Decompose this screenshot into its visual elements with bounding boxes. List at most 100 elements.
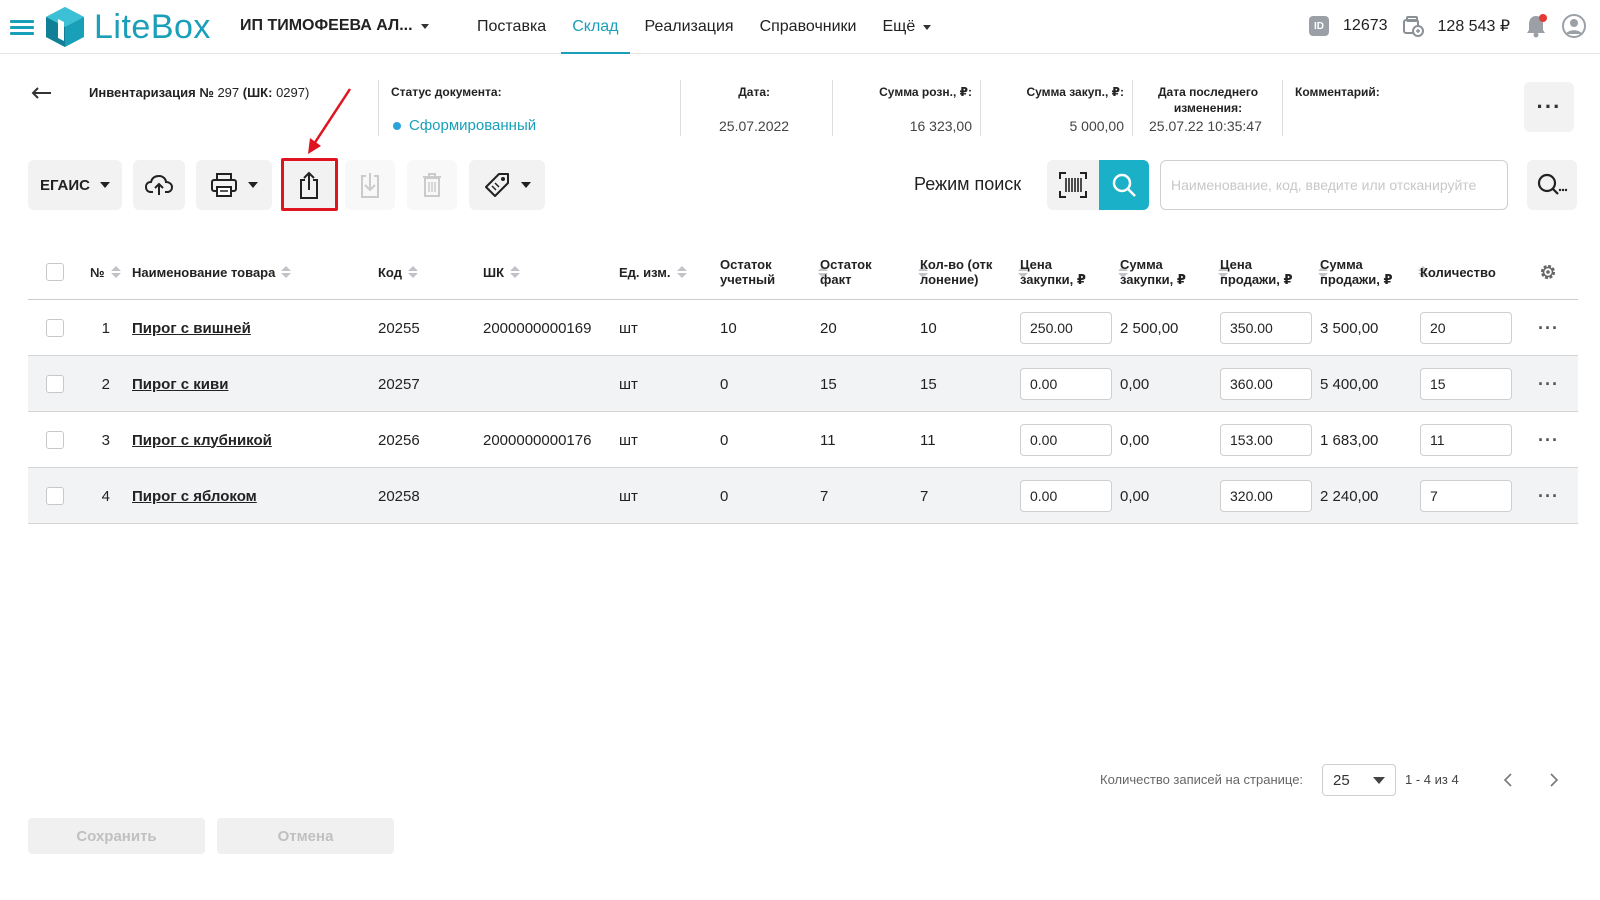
nav-item-more[interactable]: Ещё bbox=[870, 0, 945, 54]
sale-price-input[interactable] bbox=[1220, 424, 1312, 456]
column-header-stock-accounting[interactable]: Остаток учетный bbox=[720, 244, 828, 300]
column-header-stock-fact[interactable]: Остаток факт bbox=[820, 244, 928, 300]
sale-price-input[interactable] bbox=[1220, 312, 1312, 344]
search-mode-label: Режим поиск bbox=[914, 174, 1022, 194]
per-page-select[interactable]: 25 bbox=[1322, 764, 1396, 796]
quantity-input[interactable] bbox=[1420, 312, 1512, 344]
product-name-link[interactable]: Пирог с клубникой bbox=[132, 412, 272, 468]
sale-price-input[interactable] bbox=[1220, 480, 1312, 512]
quantity-deviation: 11 bbox=[920, 431, 936, 449]
column-header-sale-sum[interactable]: Сумма продажи, ₽ bbox=[1320, 244, 1428, 300]
row-more-icon[interactable]: ··· bbox=[1538, 430, 1559, 451]
search-button[interactable] bbox=[1099, 160, 1149, 210]
nav-item-warehouse[interactable]: Склад bbox=[559, 0, 631, 54]
table-row: 2 Пирог с киви 20257 шт 0 15 15 0,00 5 400,00 ··· bbox=[28, 356, 1578, 412]
purchase-price-input[interactable] bbox=[1020, 480, 1112, 512]
next-page-button[interactable] bbox=[1544, 770, 1564, 790]
purchase-price-input[interactable] bbox=[1020, 312, 1112, 344]
save-button[interactable]: Сохранить bbox=[28, 818, 205, 854]
advanced-search-button[interactable] bbox=[1527, 160, 1577, 210]
prev-page-button[interactable] bbox=[1498, 770, 1518, 790]
sale-sum: 1 683,00 bbox=[1320, 431, 1379, 449]
sale-price-cell bbox=[1220, 300, 1312, 356]
sale-price-cell bbox=[1220, 356, 1312, 412]
export-button[interactable] bbox=[283, 160, 335, 210]
select-all-cell bbox=[46, 244, 64, 300]
select-all-checkbox[interactable] bbox=[46, 263, 64, 281]
row-number: 3 bbox=[101, 431, 110, 449]
purchase-sum-block: Сумма закуп., ₽: 5 000,00 bbox=[980, 80, 1132, 136]
nav-item-directories[interactable]: Справочники bbox=[747, 0, 870, 54]
product-code: 20257 bbox=[378, 375, 420, 393]
column-header-unit[interactable]: Ед. изм. bbox=[619, 244, 687, 300]
menu-icon[interactable] bbox=[10, 20, 34, 36]
row-more-icon[interactable]: ··· bbox=[1538, 374, 1559, 395]
egais-button[interactable]: ЕГАИС bbox=[28, 160, 122, 210]
price-tag-button[interactable] bbox=[469, 160, 545, 210]
nav-item-supply[interactable]: Поставка bbox=[464, 0, 559, 54]
column-header-label: Сумма продажи, ₽ bbox=[1320, 257, 1393, 287]
row-number: 2 bbox=[101, 375, 110, 393]
column-header-num[interactable]: № bbox=[90, 244, 121, 300]
stock-accounting: 0 bbox=[720, 375, 729, 393]
row-more-icon[interactable]: ··· bbox=[1538, 486, 1559, 507]
row-checkbox[interactable] bbox=[46, 431, 64, 449]
sale-price-input[interactable] bbox=[1220, 368, 1312, 400]
back-arrow-icon[interactable] bbox=[30, 86, 52, 100]
column-header-code[interactable]: Код bbox=[378, 244, 418, 300]
wallet-icon bbox=[1402, 16, 1424, 37]
sort-icon bbox=[407, 266, 418, 278]
row-number: 1 bbox=[101, 319, 110, 337]
product-name-link[interactable]: Пирог с киви bbox=[132, 356, 228, 412]
purchase-price-input[interactable] bbox=[1020, 424, 1112, 456]
row-checkbox[interactable] bbox=[46, 487, 64, 505]
notifications-button[interactable] bbox=[1524, 14, 1548, 38]
purchase-price-input[interactable] bbox=[1020, 368, 1112, 400]
column-header-label: Цена продажи, ₽ bbox=[1220, 257, 1293, 287]
column-header-quantity[interactable]: Количество bbox=[1420, 244, 1496, 300]
product-name-link[interactable]: Пирог с вишней bbox=[132, 300, 251, 356]
import-button[interactable] bbox=[345, 160, 395, 210]
gear-icon[interactable] bbox=[1538, 262, 1558, 282]
table-row: 1 Пирог с вишней 20255 2000000000169 шт 10 20 1… bbox=[28, 300, 1578, 356]
column-header-label: ШК bbox=[483, 264, 504, 280]
status-label: Статус документа: bbox=[391, 85, 502, 99]
purchase-sum: 0,00 bbox=[1120, 431, 1150, 449]
row-checkbox[interactable] bbox=[46, 375, 64, 393]
quantity-input[interactable] bbox=[1420, 424, 1512, 456]
barcode-scan-button[interactable] bbox=[1047, 160, 1099, 210]
column-header-purchase-price[interactable]: Цена закупки, ₽ bbox=[1020, 244, 1128, 300]
nav-item-sales[interactable]: Реализация bbox=[632, 0, 747, 54]
organization-selector[interactable]: ИП ТИМОФЕЕВА АЛ... bbox=[240, 17, 429, 35]
row-select-cell bbox=[46, 300, 64, 356]
document-more-button[interactable]: ··· bbox=[1524, 82, 1574, 132]
column-header-purchase-sum[interactable]: Сумма закупки, ₽ bbox=[1120, 244, 1228, 300]
sale-price-cell bbox=[1220, 412, 1312, 468]
table-body: 1 Пирог с вишней 20255 2000000000169 шт 10 20 1… bbox=[28, 300, 1578, 524]
chevron-down-icon bbox=[521, 182, 531, 188]
delete-button[interactable] bbox=[407, 160, 457, 210]
search-input[interactable] bbox=[1160, 160, 1508, 210]
quantity-input[interactable] bbox=[1420, 368, 1512, 400]
cancel-button[interactable]: Отмена bbox=[217, 818, 394, 854]
row-checkbox[interactable] bbox=[46, 319, 64, 337]
print-button[interactable] bbox=[196, 160, 272, 210]
organization-name: ИП ТИМОФЕЕВА АЛ... bbox=[240, 17, 413, 34]
user-avatar[interactable] bbox=[1562, 14, 1586, 38]
row-more-icon[interactable]: ··· bbox=[1538, 318, 1559, 339]
column-header-deviation[interactable]: Кол-во (отклонение) bbox=[920, 244, 1028, 300]
stock-accounting: 0 bbox=[720, 431, 729, 449]
retail-sum-block: Сумма розн., ₽: 16 323,00 bbox=[832, 80, 980, 136]
column-header-name[interactable]: Наименование товара bbox=[132, 244, 292, 300]
column-header-label: Количество bbox=[1420, 264, 1496, 280]
column-header-sale-price[interactable]: Цена продажи, ₽ bbox=[1220, 244, 1328, 300]
upload-button[interactable] bbox=[133, 160, 185, 210]
product-name-link[interactable]: Пирог с яблоком bbox=[132, 468, 257, 524]
column-header-barcode[interactable]: ШК bbox=[483, 244, 520, 300]
app-logo[interactable]: LiteBox bbox=[44, 4, 211, 50]
chevron-left-icon bbox=[1503, 773, 1512, 787]
barcode-icon bbox=[1059, 172, 1087, 198]
product-code: 20258 bbox=[378, 487, 420, 505]
quantity-input[interactable] bbox=[1420, 480, 1512, 512]
pagination-range: 1 - 4 из 4 bbox=[1405, 772, 1459, 787]
